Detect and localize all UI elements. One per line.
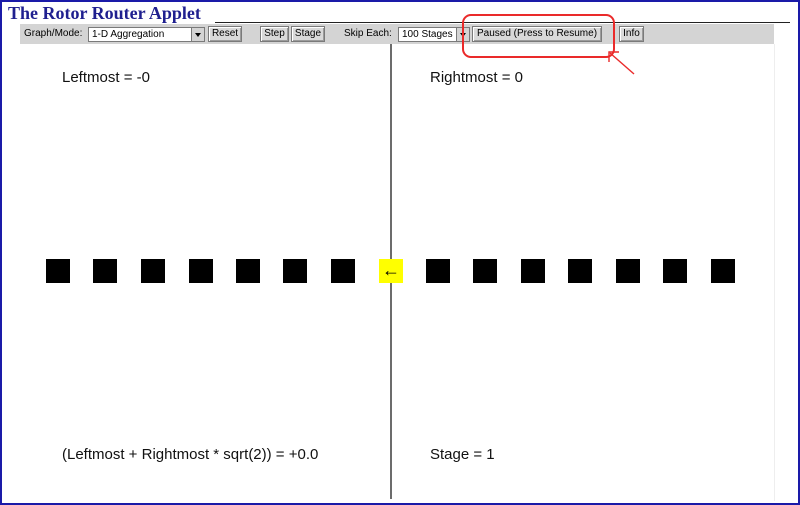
annotation-arrow-icon xyxy=(608,51,635,75)
occupied-site-left-7 xyxy=(46,259,70,283)
occupied-site-right-4 xyxy=(568,259,592,283)
rightmost-readout: Rightmost = 0 xyxy=(430,69,523,86)
info-button[interactable]: Info xyxy=(619,26,644,42)
occupied-site-right-6 xyxy=(663,259,687,283)
annotation-highlight xyxy=(462,14,615,58)
graph-mode-value: 1-D Aggregation xyxy=(92,29,165,40)
occupied-site-left-1 xyxy=(331,259,355,283)
stage-button[interactable]: Stage xyxy=(291,26,325,42)
skip-each-label: Skip Each: xyxy=(344,28,392,39)
occupied-site-left-4 xyxy=(189,259,213,283)
stage-readout: Stage = 1 xyxy=(430,446,495,463)
formula-readout: (Leftmost + Rightmost * sqrt(2)) = +0.0 xyxy=(62,446,319,463)
step-button[interactable]: Step xyxy=(260,26,289,42)
chevron-down-icon[interactable] xyxy=(191,28,204,41)
occupied-site-left-6 xyxy=(93,259,117,283)
toolbar: Graph/Mode: 1-D Aggregation Reset Step S… xyxy=(20,24,774,44)
reset-button[interactable]: Reset xyxy=(208,26,242,42)
occupied-site-right-1 xyxy=(426,259,450,283)
occupied-site-left-2 xyxy=(283,259,307,283)
rotor-origin: ← xyxy=(379,259,403,283)
leftmost-readout: Leftmost = -0 xyxy=(62,69,150,86)
occupied-site-right-2 xyxy=(473,259,497,283)
occupied-site-left-3 xyxy=(236,259,260,283)
canvas-edge xyxy=(774,44,775,501)
graph-mode-select[interactable]: 1-D Aggregation xyxy=(88,27,205,42)
app-title: The Rotor Router Applet xyxy=(8,3,201,23)
occupied-site-right-5 xyxy=(616,259,640,283)
occupied-site-left-5 xyxy=(141,259,165,283)
occupied-site-right-7 xyxy=(711,259,735,283)
skip-each-value: 100 Stages xyxy=(402,29,453,40)
arrow-left-icon: ← xyxy=(382,260,400,280)
occupied-site-right-3 xyxy=(521,259,545,283)
graph-mode-label: Graph/Mode: xyxy=(24,28,83,39)
skip-each-select[interactable]: 100 Stages xyxy=(398,27,470,42)
